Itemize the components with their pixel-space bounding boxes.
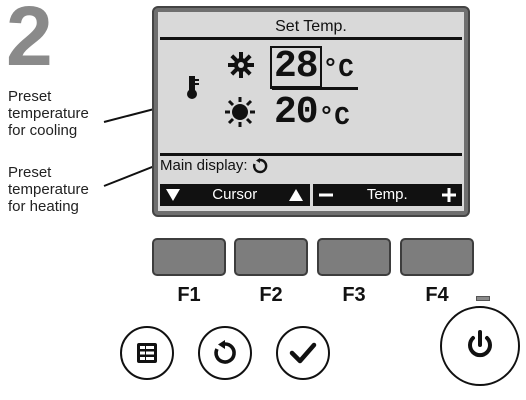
menu-button[interactable] [120,326,174,380]
softkey-bar: Cursor Temp. [160,184,462,206]
menu-icon [137,343,157,363]
checkmark-icon [289,342,317,364]
f4-label: F4 [425,284,449,306]
cooling-preset-callout: Preset temperature for cooling [8,88,89,139]
cooling-selection-underline [272,87,358,90]
thermometer-icon [187,76,199,99]
return-icon [252,158,267,174]
lcd-screen: Set Temp. 28 °C 20 °C Main display: Curs… [158,12,464,211]
power-button[interactable] [440,306,520,386]
return-icon [214,340,236,364]
step-number: 2 [6,0,53,83]
heating-temp-value: 20 [274,91,319,134]
heating-temperature[interactable]: 20 °C [274,94,350,132]
triangle-down-icon [166,189,180,201]
f4-button[interactable] [400,238,474,276]
f2-label: F2 [259,284,283,306]
temp-label: Temp. [366,186,408,203]
sun-icon [225,97,255,127]
triangle-up-icon [289,189,304,201]
plus-icon [441,188,456,202]
cooling-temp-value: 28 [270,46,322,89]
minus-icon [318,193,333,197]
snowflake-icon [228,52,254,78]
select-button[interactable] [276,326,330,380]
controller-instruction-page: 2 Preset temperature for cooling Preset … [0,0,526,400]
cursor-label: Cursor [212,186,258,203]
power-indicator-led [476,296,490,301]
f1-label: F1 [177,284,201,306]
cursor-softkeys: Cursor [160,184,310,206]
f2-button[interactable] [234,238,308,276]
f3-button[interactable] [317,238,391,276]
main-display-hint: Main display: [160,158,268,174]
return-button[interactable] [198,326,252,380]
cooling-temperature[interactable]: 28 °C [270,46,354,89]
cooling-temp-unit: °C [322,54,354,84]
heating-temp-unit: °C [318,102,350,132]
power-icon [468,330,492,358]
heating-preset-callout: Preset temperature for heating [8,164,89,215]
footer-divider [160,153,462,156]
temp-softkeys: Temp. [312,184,462,206]
f3-label: F3 [342,284,366,306]
main-display-label: Main display: [160,157,248,174]
f1-button[interactable] [152,238,226,276]
screen-title: Set Temp. [275,18,347,35]
title-divider [160,37,462,40]
